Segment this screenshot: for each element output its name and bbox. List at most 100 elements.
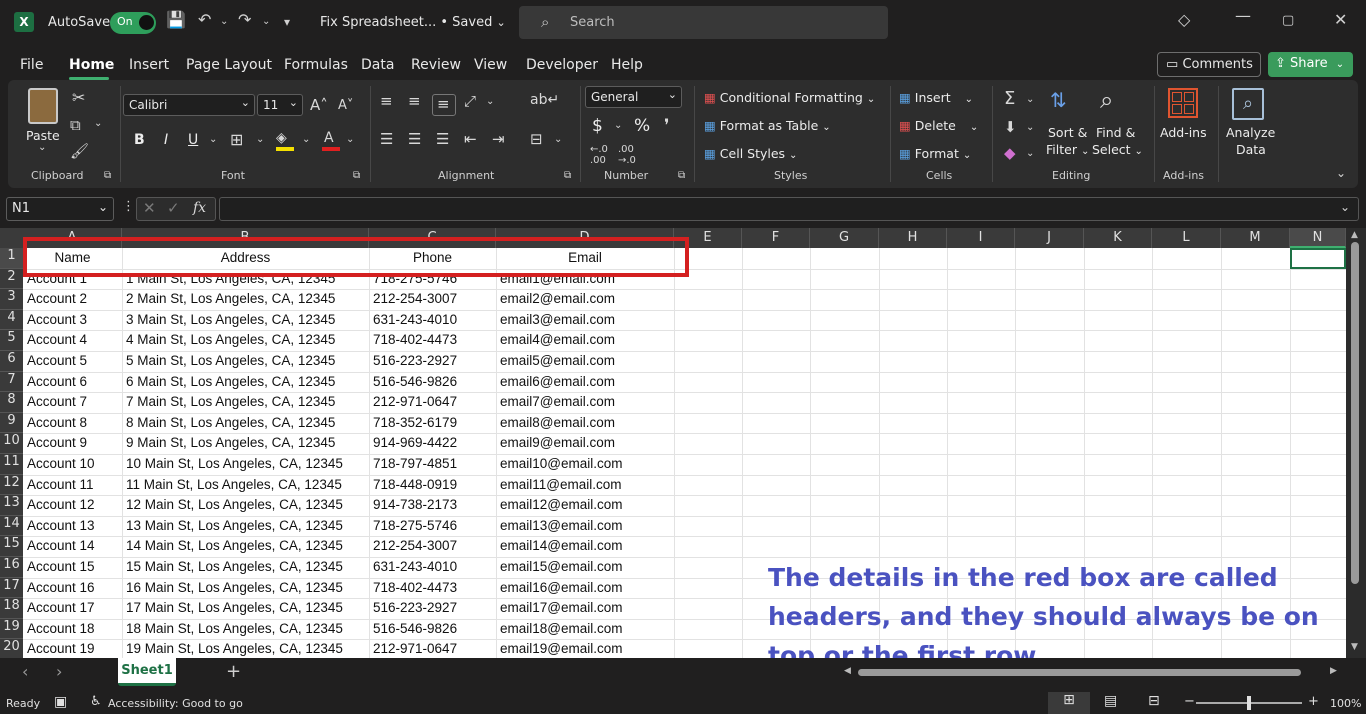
tab-help[interactable]: Help — [611, 57, 643, 73]
dialog-launcher-icon[interactable]: ⧉ — [678, 170, 685, 181]
increase-font-icon[interactable]: A˄ — [310, 96, 328, 114]
restore-icon[interactable]: ▢ — [1282, 13, 1294, 28]
close-icon[interactable]: ✕ — [1334, 10, 1347, 29]
addins-icon[interactable] — [1168, 88, 1198, 118]
row-header-8[interactable]: 8 — [0, 392, 23, 413]
cell-styles-button[interactable]: ▦ Cell Styles ⌄ — [704, 146, 797, 161]
align-middle-icon[interactable]: ≡ — [408, 92, 421, 110]
font-color-icon[interactable]: A — [322, 130, 344, 151]
row-header-5[interactable]: 5 — [0, 330, 23, 351]
scroll-thumb-horizontal[interactable] — [858, 669, 1301, 676]
table-cell[interactable]: 718-448-0919 — [369, 475, 496, 496]
scroll-up-icon[interactable]: ▲ — [1351, 230, 1358, 240]
chevron-down-icon[interactable]: ⌄ — [486, 96, 494, 107]
select-all-corner[interactable] — [0, 228, 23, 248]
confirm-icon[interactable]: ✓ — [167, 199, 180, 217]
zoom-level[interactable]: 100% — [1330, 697, 1361, 710]
paste-button[interactable]: Paste — [26, 128, 60, 143]
customize-toolbar-icon[interactable]: ▾ — [284, 15, 290, 29]
macro-record-icon[interactable]: ▣ — [54, 694, 67, 710]
row-header-6[interactable]: 6 — [0, 351, 23, 372]
find-select-label[interactable]: Select ⌄ — [1092, 142, 1143, 157]
italic-button[interactable]: I — [164, 132, 168, 148]
table-cell[interactable]: Account 17 — [23, 598, 122, 619]
table-cell[interactable]: 914-738-2173 — [369, 495, 496, 516]
sheet-tab-sheet1[interactable]: Sheet1 — [118, 658, 176, 686]
row-header-19[interactable]: 19 — [0, 618, 23, 640]
table-cell[interactable]: 19 Main St, Los Angeles, CA, 12345 — [122, 639, 369, 658]
chevron-down-icon[interactable]: ⌄ — [38, 142, 46, 153]
table-cell[interactable]: Account 3 — [23, 310, 122, 331]
table-cell[interactable]: email12@email.com — [496, 495, 674, 516]
sort-filter-button[interactable]: Sort & — [1048, 125, 1087, 140]
tab-page-layout[interactable]: Page Layout — [186, 57, 272, 73]
redo-icon[interactable]: ↷ — [238, 10, 251, 29]
column-header-n[interactable]: N — [1290, 228, 1346, 248]
scroll-thumb[interactable] — [1351, 242, 1359, 584]
table-cell[interactable]: 914-969-4422 — [369, 433, 496, 454]
row-header-7[interactable]: 7 — [0, 371, 23, 393]
row-header-11[interactable]: 11 — [0, 454, 23, 475]
tab-formulas[interactable]: Formulas — [284, 57, 348, 73]
table-cell[interactable]: 16 Main St, Los Angeles, CA, 12345 — [122, 578, 369, 599]
cancel-icon[interactable]: ✕ — [143, 199, 156, 217]
percent-button[interactable]: % — [634, 116, 650, 136]
analyze-data-button[interactable]: Analyze — [1226, 125, 1275, 140]
tab-review[interactable]: Review — [411, 57, 461, 73]
sort-filter-label[interactable]: Filter ⌄ — [1046, 142, 1089, 157]
table-cell[interactable]: Account 2 — [23, 289, 122, 310]
save-icon[interactable]: 💾 — [166, 10, 186, 29]
table-cell[interactable]: Account 11 — [23, 475, 122, 496]
font-name-select[interactable]: Calibri ⌄ — [123, 94, 255, 116]
dialog-launcher-icon[interactable]: ⧉ — [104, 170, 111, 181]
tab-data[interactable]: Data — [361, 57, 394, 73]
table-cell[interactable]: 7 Main St, Los Angeles, CA, 12345 — [122, 392, 369, 413]
format-as-table-button[interactable]: ▦ Format as Table ⌄ — [704, 118, 831, 133]
table-cell[interactable]: 718-275-5746 — [369, 516, 496, 537]
column-header-f[interactable]: F — [742, 228, 810, 248]
chevron-down-icon[interactable]: ⌄ — [1026, 122, 1034, 133]
align-top-icon[interactable]: ≡ — [380, 92, 393, 110]
table-cell[interactable]: email15@email.com — [496, 557, 674, 578]
column-header-h[interactable]: H — [879, 228, 947, 248]
increase-decimal-icon[interactable]: ←.0.00 — [590, 144, 608, 166]
accessibility-icon[interactable]: ♿ — [90, 694, 102, 709]
accessibility-status[interactable]: Accessibility: Good to go — [108, 697, 243, 710]
table-cell[interactable]: 10 Main St, Los Angeles, CA, 12345 — [122, 454, 369, 475]
dialog-launcher-icon[interactable]: ⧉ — [353, 170, 360, 181]
wrap-text-icon[interactable]: ab↵ — [530, 92, 559, 108]
expand-formula-icon[interactable]: ⌄ — [1340, 200, 1350, 214]
table-cell[interactable]: email6@email.com — [496, 372, 674, 393]
table-cell[interactable]: email2@email.com — [496, 289, 674, 310]
table-cell[interactable]: 3 Main St, Los Angeles, CA, 12345 — [122, 310, 369, 331]
column-header-k[interactable]: K — [1084, 228, 1152, 248]
sort-filter-icon[interactable]: ⇅ — [1050, 88, 1067, 112]
chevron-down-icon[interactable]: ⌄ — [1026, 94, 1034, 105]
table-cell[interactable]: Account 4 — [23, 330, 122, 351]
tab-home[interactable]: Home — [69, 57, 114, 73]
row-header-18[interactable]: 18 — [0, 598, 23, 619]
table-cell[interactable]: Account 19 — [23, 639, 122, 658]
insert-cells-button[interactable]: ▦ Insert ⌄ — [899, 90, 973, 105]
table-cell[interactable]: Account 8 — [23, 413, 122, 434]
add-sheet-icon[interactable]: + — [226, 661, 241, 682]
table-cell[interactable]: Account 16 — [23, 578, 122, 599]
page-break-view-icon[interactable]: ⊟ — [1148, 693, 1160, 709]
table-cell[interactable]: 12 Main St, Los Angeles, CA, 12345 — [122, 495, 369, 516]
table-cell[interactable]: Account 12 — [23, 495, 122, 516]
table-cell[interactable]: 516-223-2927 — [369, 351, 496, 372]
minimize-icon[interactable]: — — [1235, 6, 1251, 25]
table-cell[interactable]: email9@email.com — [496, 433, 674, 454]
format-cells-button[interactable]: ▦ Format ⌄ — [899, 146, 971, 161]
column-header-l[interactable]: L — [1152, 228, 1221, 248]
chevron-down-icon[interactable]: ⌄ — [209, 134, 217, 145]
table-cell[interactable]: Account 15 — [23, 557, 122, 578]
vertical-scrollbar[interactable]: ▲ ▼ — [1346, 228, 1366, 658]
decrease-decimal-icon[interactable]: .00 →.0 — [618, 144, 636, 166]
zoom-in-icon[interactable]: + — [1308, 694, 1319, 709]
comments-button[interactable]: ▭ Comments — [1157, 52, 1261, 77]
table-cell[interactable]: 2 Main St, Los Angeles, CA, 12345 — [122, 289, 369, 310]
fill-icon[interactable]: ⬇ — [1004, 118, 1017, 136]
font-size-select[interactable]: 11 ⌄ — [257, 94, 303, 116]
normal-view-button[interactable]: ⊞ — [1048, 692, 1090, 714]
